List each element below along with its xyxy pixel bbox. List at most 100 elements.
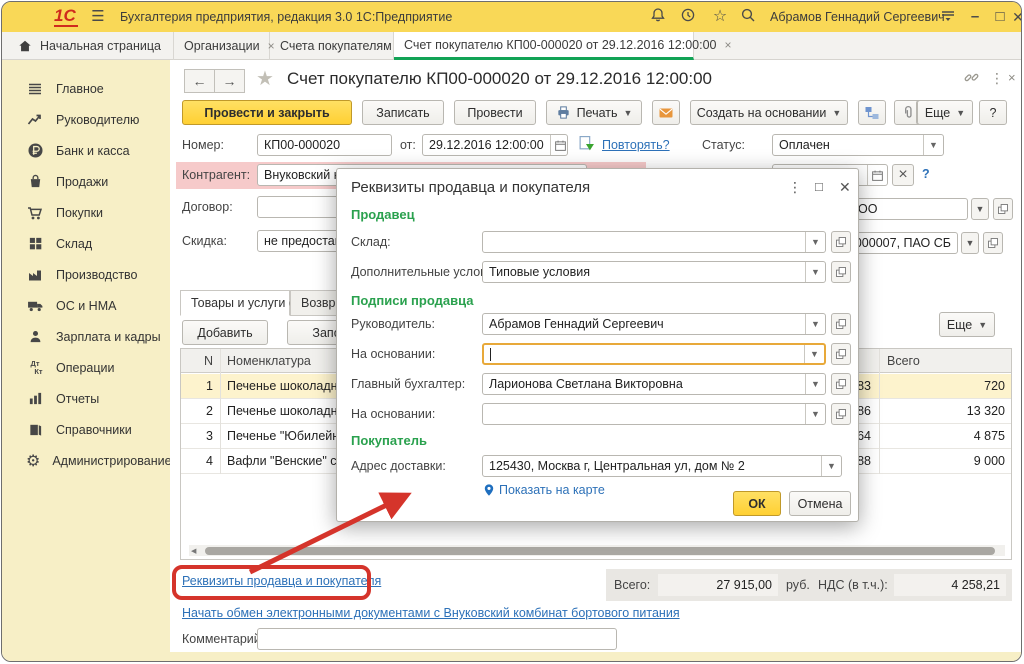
dialog-cancel-button[interactable]: Отмена (789, 491, 851, 516)
sidebar-item-operations[interactable]: ДтКт Операции (2, 353, 170, 382)
back-button[interactable]: ← (184, 69, 215, 93)
map-pin-icon (482, 483, 496, 497)
counterparty-label: Контрагент: (182, 168, 250, 182)
get-link-icon[interactable] (964, 70, 979, 85)
add-row-button[interactable]: Добавить (182, 320, 268, 345)
repeat-link[interactable]: Повторять? (602, 138, 670, 152)
sidebar-item-main[interactable]: Главное (2, 74, 170, 103)
chevron-down-icon[interactable]: ▼ (971, 198, 989, 220)
dialog-close-icon[interactable]: ✕ (839, 179, 851, 196)
form-more-button[interactable]: Еще▼ (917, 100, 973, 125)
tab-close-icon[interactable]: × (725, 38, 732, 52)
chevron-down-icon[interactable]: ▼ (923, 135, 943, 155)
accountant-field[interactable]: Ларионова Светлана Викторовна▼ (482, 373, 826, 395)
open-item-icon[interactable] (831, 343, 851, 365)
warehouse-field[interactable]: ▼ (482, 231, 826, 253)
write-button[interactable]: Записать (362, 100, 444, 125)
forward-button[interactable]: → (214, 69, 245, 93)
minimize-icon[interactable]: – (965, 7, 985, 27)
calendar-icon[interactable] (550, 135, 568, 155)
sidebar-item-directories[interactable]: Справочники (2, 415, 170, 444)
help-button[interactable]: ? (979, 100, 1007, 125)
post-button[interactable]: Провести (454, 100, 536, 125)
sidebar-item-payroll-hr[interactable]: Зарплата и кадры (2, 322, 170, 351)
signatures-section-header: Подписи продавца (351, 293, 473, 308)
tab-invoice-document[interactable]: Счет покупателю КП00-000020 от 29.12.201… (394, 32, 694, 60)
open-item-icon[interactable] (831, 373, 851, 395)
clear-field-icon[interactable]: × (892, 164, 914, 186)
tab-organizations[interactable]: Организации × (174, 32, 270, 60)
printer-icon (556, 105, 571, 120)
chevron-down-icon[interactable]: ▼ (805, 404, 825, 424)
basis1-field-focused[interactable]: ▼ (482, 343, 826, 365)
date-field[interactable]: 29.12.2016 12:00:00 (422, 134, 568, 156)
create-on-base-button[interactable]: Создать на основании▼ (690, 100, 848, 125)
chevron-down-icon[interactable]: ▼ (805, 314, 825, 334)
dialog-maximize-icon[interactable]: □ (815, 179, 823, 194)
comment-field[interactable] (257, 628, 617, 650)
chevron-down-icon[interactable]: ▼ (805, 374, 825, 394)
items-more-button[interactable]: Еще▼ (939, 312, 995, 337)
discount-label: Скидка: (182, 234, 227, 248)
open-item-icon[interactable] (831, 403, 851, 425)
sidebar-item-warehouse[interactable]: Склад (2, 229, 170, 258)
service-menu-icon[interactable] (940, 7, 960, 27)
recurrence-icon[interactable] (578, 135, 595, 152)
number-field[interactable]: КП00-000020 (257, 134, 392, 156)
tab-goods-services[interactable]: Товары и услуги (4) (180, 290, 290, 316)
open-item-icon[interactable] (993, 198, 1013, 220)
head-label: Руководитель: (351, 317, 435, 331)
tab-invoices-list[interactable]: Счета покупателям × (270, 32, 394, 60)
horizontal-scrollbar[interactable]: ◀ (189, 545, 1005, 556)
dialog-menu-dots-icon[interactable]: ⋮ (788, 179, 802, 196)
requisites-dialog: Реквизиты продавца и покупателя ⋮ □ ✕ Пр… (336, 168, 859, 522)
sidebar-item-sales[interactable]: Продажи (2, 167, 170, 196)
print-button[interactable]: Печать▼ (546, 100, 642, 125)
current-user[interactable]: Абрамов Геннадий Сергеевич (770, 10, 945, 24)
scroll-left-icon[interactable]: ◀ (191, 547, 196, 555)
close-window-icon[interactable]: ✕ (1008, 7, 1022, 27)
search-icon[interactable] (740, 7, 760, 27)
sidebar-item-purchases[interactable]: Покупки (2, 198, 170, 227)
edi-exchange-link[interactable]: Начать обмен электронными документами с … (182, 606, 680, 620)
sidebar-item-fixed-assets[interactable]: ОС и НМА (2, 291, 170, 320)
sidebar-item-manager[interactable]: Руководителю (2, 105, 170, 134)
basis2-field[interactable]: ▼ (482, 403, 826, 425)
close-document-icon[interactable]: × (1008, 70, 1016, 85)
open-item-icon[interactable] (831, 231, 851, 253)
history-icon[interactable] (680, 7, 700, 27)
post-and-close-button[interactable]: Провести и закрыть (182, 100, 352, 125)
tab-label: Начальная страница (40, 39, 161, 53)
sidebar-item-reports[interactable]: Отчеты (2, 384, 170, 413)
chevron-down-icon[interactable]: ▼ (805, 232, 825, 252)
chevron-down-icon[interactable]: ▼ (821, 456, 841, 476)
sidebar-item-bank-cash[interactable]: Банк и касса (2, 136, 170, 165)
head-field[interactable]: Абрамов Геннадий Сергеевич▼ (482, 313, 826, 335)
chevron-down-icon[interactable]: ▼ (805, 262, 825, 282)
more-menu-dots-icon[interactable]: ⋮ (990, 70, 1004, 87)
pay-before-help[interactable]: ? (922, 167, 930, 181)
calendar-icon[interactable] (867, 165, 887, 185)
open-item-icon[interactable] (983, 232, 1003, 254)
dialog-ok-button[interactable]: ОК (733, 491, 781, 516)
address-field[interactable]: 125430, Москва г, Центральная ул, дом № … (482, 455, 842, 477)
chevron-down-icon[interactable]: ▼ (961, 232, 979, 254)
terms-field[interactable]: Типовые условия▼ (482, 261, 826, 283)
open-item-icon[interactable] (831, 313, 851, 335)
sidebar-item-production[interactable]: Производство (2, 260, 170, 289)
chevron-down-icon[interactable]: ▼ (804, 345, 824, 363)
maximize-icon[interactable]: □ (990, 7, 1010, 27)
sidebar-item-administration[interactable]: ⚙ Администрирование (2, 446, 170, 475)
scrollbar-thumb[interactable] (205, 547, 995, 555)
favorite-star-icon[interactable]: ★ (256, 66, 274, 91)
main-menu-icon[interactable]: ☰ (88, 7, 108, 27)
open-item-icon[interactable] (831, 261, 851, 283)
document-structure-button[interactable] (858, 100, 886, 125)
send-email-button[interactable] (652, 100, 680, 125)
tab-home[interactable]: Начальная страница (8, 32, 174, 60)
number-label: Номер: (182, 138, 224, 152)
favorites-star-icon[interactable]: ☆ (710, 7, 730, 27)
notifications-bell-icon[interactable] (650, 7, 670, 27)
show-on-map-link[interactable]: Показать на карте (499, 483, 605, 497)
status-select[interactable]: Оплачен ▼ (772, 134, 944, 156)
